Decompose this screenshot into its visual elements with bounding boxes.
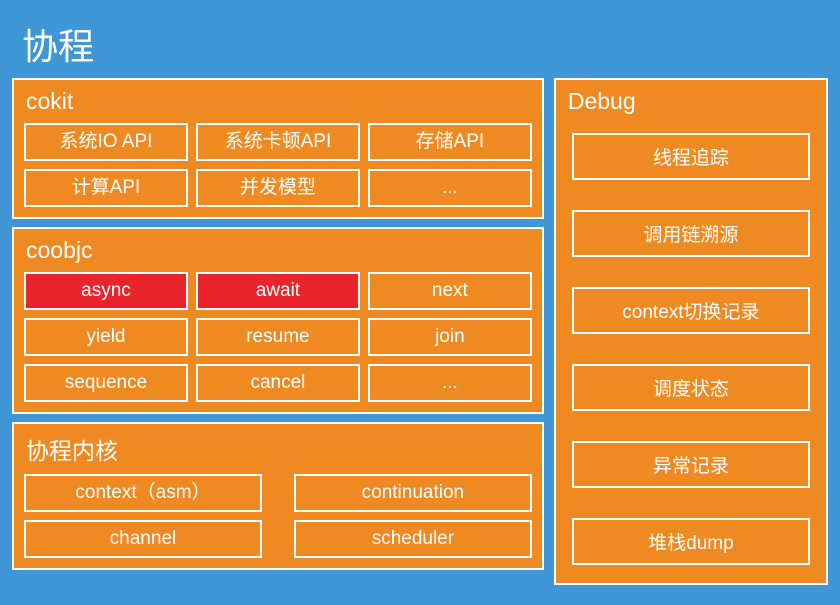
coobjc-item: sequence	[24, 364, 188, 402]
kernel-title: 协程内核	[26, 432, 532, 466]
debug-title: Debug	[568, 88, 816, 115]
cokit-panel: cokit 系统IO API 系统卡顿API 存储API 计算API 并发模型 …	[12, 78, 544, 219]
coobjc-item-async: async	[24, 272, 188, 310]
cokit-item: ...	[368, 169, 532, 207]
cokit-item: 并发模型	[196, 169, 360, 207]
kernel-panel: 协程内核 context（asm） continuation channel s…	[12, 422, 544, 570]
coobjc-item: ...	[368, 364, 532, 402]
debug-item: 异常记录	[572, 441, 810, 488]
coobjc-item: next	[368, 272, 532, 310]
cokit-title: cokit	[26, 88, 532, 115]
debug-list: 线程追踪 调用链溯源 context切换记录 调度状态 异常记录 堆栈dump	[566, 133, 816, 573]
kernel-item: channel	[24, 520, 262, 558]
cokit-grid: 系统IO API 系统卡顿API 存储API 计算API 并发模型 ...	[24, 123, 532, 207]
cokit-item: 系统卡顿API	[196, 123, 360, 161]
left-column: cokit 系统IO API 系统卡顿API 存储API 计算API 并发模型 …	[12, 78, 544, 585]
coobjc-item-await: await	[196, 272, 360, 310]
cokit-item: 系统IO API	[24, 123, 188, 161]
coobjc-title: coobjc	[26, 237, 532, 264]
diagram-title: 协程	[0, 0, 840, 78]
debug-item: 调度状态	[572, 364, 810, 411]
debug-item: 堆栈dump	[572, 518, 810, 565]
debug-item: context切换记录	[572, 287, 810, 334]
debug-panel: Debug 线程追踪 调用链溯源 context切换记录 调度状态 异常记录 堆…	[554, 78, 828, 585]
coobjc-grid: async await next yield resume join seque…	[24, 272, 532, 402]
coobjc-item: join	[368, 318, 532, 356]
kernel-grid: context（asm） continuation channel schedu…	[24, 474, 532, 558]
cokit-item: 计算API	[24, 169, 188, 207]
debug-item: 线程追踪	[572, 133, 810, 180]
debug-item: 调用链溯源	[572, 210, 810, 257]
right-column: Debug 线程追踪 调用链溯源 context切换记录 调度状态 异常记录 堆…	[554, 78, 828, 585]
kernel-item: scheduler	[294, 520, 532, 558]
kernel-item: context（asm）	[24, 474, 262, 512]
coobjc-item: yield	[24, 318, 188, 356]
coobjc-item: resume	[196, 318, 360, 356]
kernel-item: continuation	[294, 474, 532, 512]
diagram-main: cokit 系统IO API 系统卡顿API 存储API 计算API 并发模型 …	[0, 78, 840, 597]
coobjc-panel: coobjc async await next yield resume joi…	[12, 227, 544, 414]
coobjc-item: cancel	[196, 364, 360, 402]
cokit-item: 存储API	[368, 123, 532, 161]
